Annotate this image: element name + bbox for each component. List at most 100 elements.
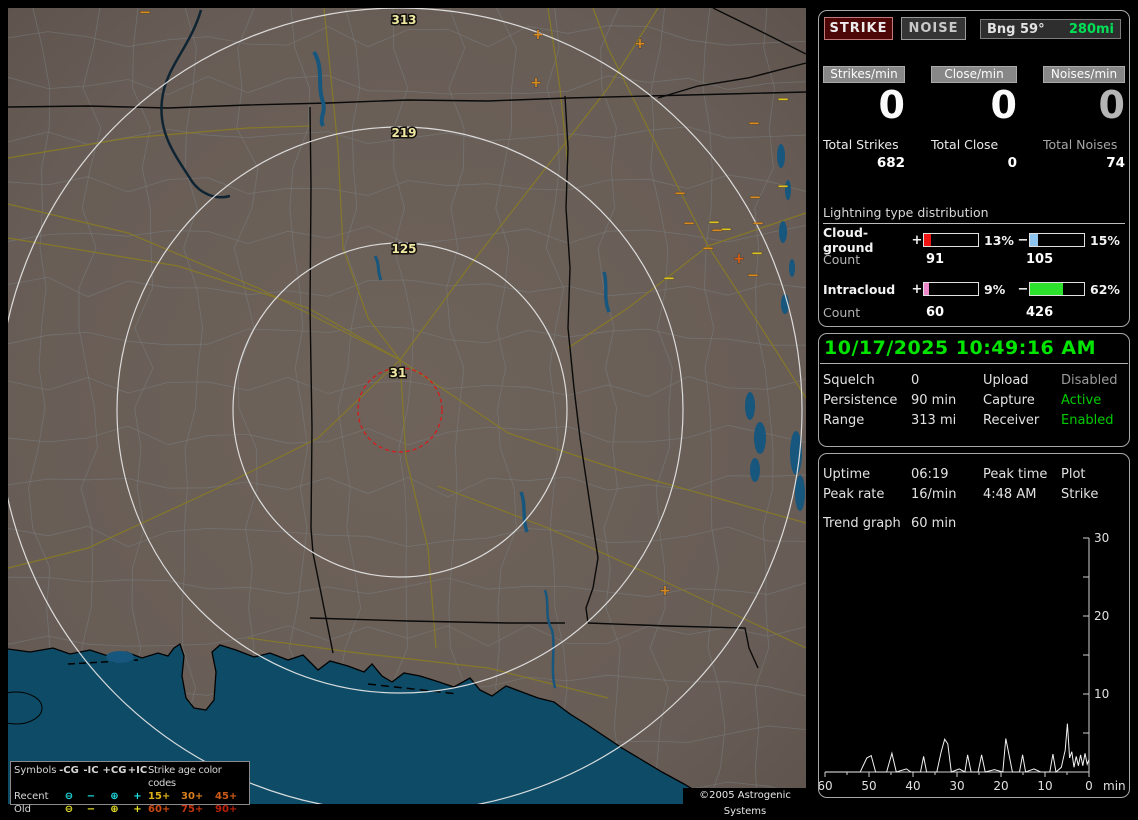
ic-minus-symbol: − [80, 803, 102, 816]
peak-time-label: Peak time [983, 467, 1061, 482]
strike-age-code: 15+ [148, 790, 181, 803]
negative-count: 105 [1011, 252, 1125, 267]
minus-sign: − [1017, 282, 1029, 297]
x-tick-label: 10 [1037, 779, 1052, 793]
ic-plus-symbol: + [127, 790, 148, 803]
session-row: Peak rate 16/min 4:48 AM Strike [823, 484, 1127, 504]
range-ring-label: 31 [390, 366, 407, 380]
rate-value: 0 [823, 85, 905, 125]
legend-row-label: Old [14, 803, 58, 816]
status-value: Enabled [1061, 413, 1127, 428]
positive-bar [923, 233, 979, 247]
status-value: 0 [911, 373, 983, 388]
rate-value: 0 [931, 85, 1017, 125]
negative-percent: 62% [1085, 282, 1123, 297]
status-value: Disabled [1061, 373, 1127, 388]
strike-marker: − [683, 214, 696, 232]
legend-col-header: +IC [127, 764, 148, 790]
peak-rate-label: Peak rate [823, 487, 911, 502]
strike-age-code: 30+ [181, 790, 215, 803]
negative-count: 426 [1011, 305, 1125, 320]
distribution-type-label: Cloud-ground [823, 225, 911, 255]
trend-graph: 3020106050403020100min [819, 530, 1129, 796]
strike-marker: − [751, 244, 764, 262]
total-value: 74 [1043, 155, 1125, 171]
datetime-display: 10/17/2025 10:49:16 AM [824, 337, 1096, 359]
rate-label: Strikes/min [823, 66, 905, 83]
range-ring-label: 125 [391, 242, 416, 256]
strike-marker: − [747, 266, 760, 284]
status-label: Persistence [823, 393, 911, 408]
plot-value: Strike [1061, 487, 1127, 502]
counter-column: Strikes/min 0 Total Strikes 682 [823, 66, 905, 171]
counter-column: Close/min0Total Close0 [931, 66, 1017, 171]
session-rows: Uptime 06:19 Peak time Plot Peak rate 16… [823, 464, 1127, 533]
positive-percent: 9% [979, 282, 1017, 297]
uptime-value: 06:19 [911, 467, 983, 482]
distribution-count-row: Count60426 [823, 300, 1125, 324]
strike-marker: − [663, 269, 676, 287]
positive-percent: 13% [979, 233, 1017, 248]
x-tick-label: 60 [819, 779, 833, 793]
total-value: 0 [931, 155, 1017, 171]
divider [820, 363, 1128, 364]
mode-button-row: STRIKE NOISE Bng 59° 280mi [824, 17, 1125, 40]
x-tick-label: 50 [861, 779, 876, 793]
status-box: 10/17/2025 10:49:16 AM Squelch0UploadDis… [818, 333, 1130, 447]
rate-counters: Strikes/min0Total Strikes682Close/min0To… [823, 66, 1125, 171]
ic-minus-symbol: − [80, 790, 102, 803]
minus-sign: − [1017, 233, 1029, 248]
strike-legend: Symbols-CG-IC+CG+ICStrike age color code… [10, 761, 250, 805]
rate-label: Noises/min [1043, 66, 1125, 83]
total-label: Total Strikes [823, 137, 905, 152]
trend-graph-label: Trend graph [823, 516, 911, 531]
negative-percent: 15% [1085, 233, 1123, 248]
bearing-indicator: Bng 59° 280mi [980, 19, 1121, 39]
total-value: 682 [823, 155, 905, 171]
distribution-row: Cloud-ground+13%−15% [823, 225, 1125, 247]
map-area[interactable]: 31321912531 −+++−−−−−−−−−−−−+−−+ Symbols… [8, 8, 806, 804]
negative-bar [1029, 233, 1085, 247]
distribution-count-row: Count91105 [823, 247, 1125, 271]
strike-age-code: 75+ [181, 803, 215, 816]
status-value: 90 min [911, 393, 983, 408]
strike-marker: − [674, 184, 687, 202]
strike-marker: − [748, 114, 761, 132]
counter-column: Noises/min0Total Noises74 [1043, 66, 1125, 171]
total-label: Total Close [931, 137, 1017, 152]
x-tick-label: 40 [905, 779, 920, 793]
y-tick-label: 30 [1094, 531, 1109, 545]
bearing-distance: 280mi [1069, 22, 1114, 37]
range-ring-label: 313 [391, 13, 416, 27]
copyright-text: ©2005 Astrogenic Systems [683, 788, 807, 804]
strike-marker: − [749, 188, 762, 206]
x-tick-label: 20 [993, 779, 1008, 793]
status-label: Capture [983, 393, 1061, 408]
x-axis-unit: min [1103, 779, 1126, 793]
strike-marker: + [530, 75, 542, 91]
status-label: Squelch [823, 373, 911, 388]
distribution-title: Lightning type distribution [823, 205, 1125, 224]
x-tick-label: 30 [949, 779, 964, 793]
counters-box: STRIKE NOISE Bng 59° 280mi Strikes/min 0 T… [818, 10, 1130, 327]
strike-marker: − [777, 177, 790, 195]
positive-bar [923, 282, 979, 296]
legend-col-header: +CG [102, 764, 127, 790]
ic-plus-symbol: + [127, 803, 148, 816]
trend-line [825, 724, 1089, 772]
bearing-label: Bng 59° [987, 22, 1045, 37]
trend-graph-window: 60 min [911, 516, 983, 531]
strike-marker: − [752, 214, 765, 232]
status-row: Range313 miReceiverEnabled [823, 410, 1127, 430]
strike-mode-button[interactable]: STRIKE [824, 17, 893, 40]
distribution-type-label: Intracloud [823, 282, 911, 297]
negative-bar [1029, 282, 1085, 296]
noise-mode-button[interactable]: NOISE [901, 17, 966, 40]
side-panel: STRIKE NOISE Bng 59° 280mi Strikes/min 0 T… [818, 0, 1130, 812]
plus-sign: + [911, 282, 923, 297]
positive-count: 60 [911, 305, 1011, 320]
status-rows: Squelch0UploadDisabledPersistence90 minC… [823, 370, 1127, 430]
cg-minus-symbol: ⊖ [58, 790, 80, 803]
cg-plus-symbol: ⊕ [102, 803, 127, 816]
plot-label: Plot [1061, 467, 1127, 482]
